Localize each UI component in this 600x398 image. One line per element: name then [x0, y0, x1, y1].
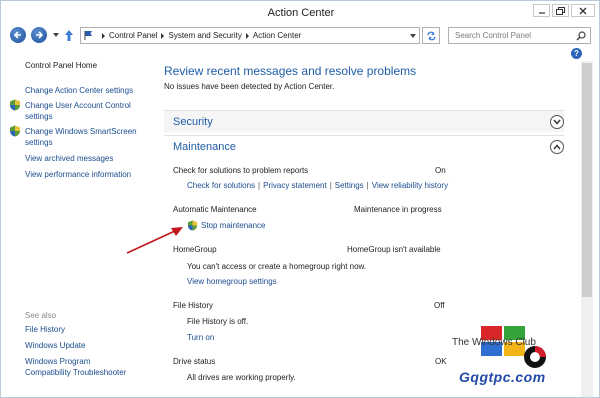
action-center-window: Action Center Control Panel System and S… — [0, 0, 600, 398]
sidebar-item-label: settings — [25, 112, 53, 121]
maintenance-section-header[interactable]: Maintenance — [164, 135, 564, 157]
annotation-arrow-icon — [126, 227, 183, 254]
automatic-maintenance-label: Automatic Maintenance — [173, 205, 257, 214]
see-also-windows-update[interactable]: Windows Update — [25, 340, 85, 351]
check-solutions-links: Check for solutions | Privacy statement | Se… — [187, 181, 449, 190]
maximize-button[interactable] — [552, 4, 569, 17]
page-heading: Review recent messages and resolve probl… — [164, 64, 417, 78]
watermark-site: Gqgtpc.com — [459, 369, 546, 385]
check-solutions-status: On — [435, 166, 446, 175]
uac-shield-icon — [10, 125, 20, 137]
back-button[interactable] — [10, 27, 26, 43]
see-also-label: Windows Program — [25, 357, 91, 366]
status-summary: No issues have been detected by Action C… — [164, 82, 335, 91]
automatic-maintenance-status: Maintenance in progress — [354, 205, 442, 214]
sidebar-item-label: settings — [25, 138, 53, 147]
homegroup-description: You can't access or create a homegroup r… — [187, 262, 367, 271]
breadcrumb-system-and-security[interactable]: System and Security — [168, 31, 241, 40]
stop-maintenance-link[interactable]: Stop maintenance — [201, 221, 266, 230]
sidebar-control-panel-home[interactable]: Control Panel Home — [25, 61, 97, 70]
sidebar-item-change-smartscreen-settings[interactable]: Change Windows SmartScreen settings — [25, 126, 137, 148]
recent-pages-dropdown-icon[interactable] — [53, 33, 59, 38]
gqgtpc-c-logo-icon — [524, 346, 546, 368]
search-placeholder: Search Control Panel — [455, 31, 532, 40]
see-also-compatibility-troubleshooter[interactable]: Windows Program Compatibility Troublesho… — [25, 356, 126, 378]
turn-on-file-history-link[interactable]: Turn on — [187, 333, 214, 342]
breadcrumb-control-panel[interactable]: Control Panel — [109, 31, 157, 40]
minimize-icon — [538, 11, 545, 14]
navigation-bar: Control Panel System and Security Action… — [1, 25, 599, 47]
window-controls — [533, 4, 595, 17]
sidebar-item-label: Change Windows SmartScreen — [25, 127, 137, 136]
address-dropdown-icon[interactable] — [410, 34, 416, 39]
check-for-solutions-link[interactable]: Check for solutions — [187, 181, 255, 190]
breadcrumb-separator-icon — [161, 32, 165, 39]
sidebar-item-label: Change User Account Control — [25, 101, 131, 110]
privacy-statement-link[interactable]: Privacy statement — [263, 181, 327, 190]
collapse-chevron-icon[interactable] — [550, 140, 564, 154]
check-solutions-label: Check for solutions to problem reports — [173, 166, 309, 175]
minimize-button[interactable] — [533, 4, 550, 17]
forward-button[interactable] — [31, 27, 47, 43]
back-arrow-icon — [13, 31, 21, 39]
see-also-heading: See also — [25, 311, 57, 320]
refresh-button[interactable] — [422, 27, 440, 44]
sidebar-item-label: Change Action Center settings — [25, 86, 134, 95]
see-also-label: File History — [25, 325, 66, 334]
drive-status-status: OK — [435, 357, 447, 366]
action-center-flag-icon — [84, 31, 92, 40]
section-title-security: Security — [173, 116, 213, 128]
refresh-icon — [426, 31, 436, 40]
file-history-description: File History is off. — [187, 317, 249, 326]
scrollbar-thumb[interactable] — [582, 63, 592, 297]
breadcrumb-action-center[interactable]: Action Center — [253, 31, 301, 40]
see-also-label: Compatibility Troubleshooter — [25, 368, 127, 377]
settings-link[interactable]: Settings — [335, 181, 364, 190]
address-bar[interactable]: Control Panel System and Security Action… — [80, 27, 420, 44]
drive-status-description: All drives are working properly. — [187, 373, 296, 382]
sidebar-item-view-archived-messages[interactable]: View archived messages — [25, 153, 113, 164]
uac-shield-icon — [10, 99, 20, 111]
sidebar-item-change-uac-settings[interactable]: Change User Account Control settings — [25, 100, 131, 122]
restore-icon — [556, 6, 565, 15]
section-title-maintenance: Maintenance — [173, 141, 236, 153]
expand-chevron-icon[interactable] — [550, 115, 564, 129]
see-also-file-history[interactable]: File History — [25, 324, 65, 335]
view-homegroup-settings-link[interactable]: View homegroup settings — [187, 277, 277, 286]
close-button[interactable] — [571, 4, 595, 17]
security-section-header[interactable]: Security — [164, 110, 564, 132]
breadcrumb-separator-icon — [102, 32, 105, 39]
view-reliability-history-link[interactable]: View reliability history — [372, 181, 448, 190]
vertical-scrollbar[interactable] — [581, 61, 593, 397]
search-icon[interactable] — [576, 31, 586, 41]
window-title: Action Center — [267, 7, 335, 19]
uac-shield-icon — [187, 220, 198, 231]
sidebar-item-view-performance-information[interactable]: View performance information — [25, 169, 131, 180]
file-history-label: File History — [173, 301, 214, 310]
forward-arrow-icon — [36, 31, 44, 39]
sidebar-item-change-action-center-settings[interactable]: Change Action Center settings — [25, 85, 133, 96]
drive-status-label: Drive status — [173, 357, 216, 366]
breadcrumb-separator-icon — [245, 32, 249, 39]
title-bar: Action Center — [1, 1, 599, 25]
homegroup-status: HomeGroup isn't available — [347, 245, 441, 254]
close-icon — [579, 7, 587, 14]
search-box[interactable]: Search Control Panel — [448, 27, 591, 44]
see-also-label: Windows Update — [25, 341, 86, 350]
sidebar-item-label: View performance information — [25, 170, 132, 179]
sidebar-item-label: View archived messages — [25, 154, 114, 163]
up-arrow-icon[interactable] — [64, 29, 74, 42]
file-history-status: Off — [434, 301, 445, 310]
